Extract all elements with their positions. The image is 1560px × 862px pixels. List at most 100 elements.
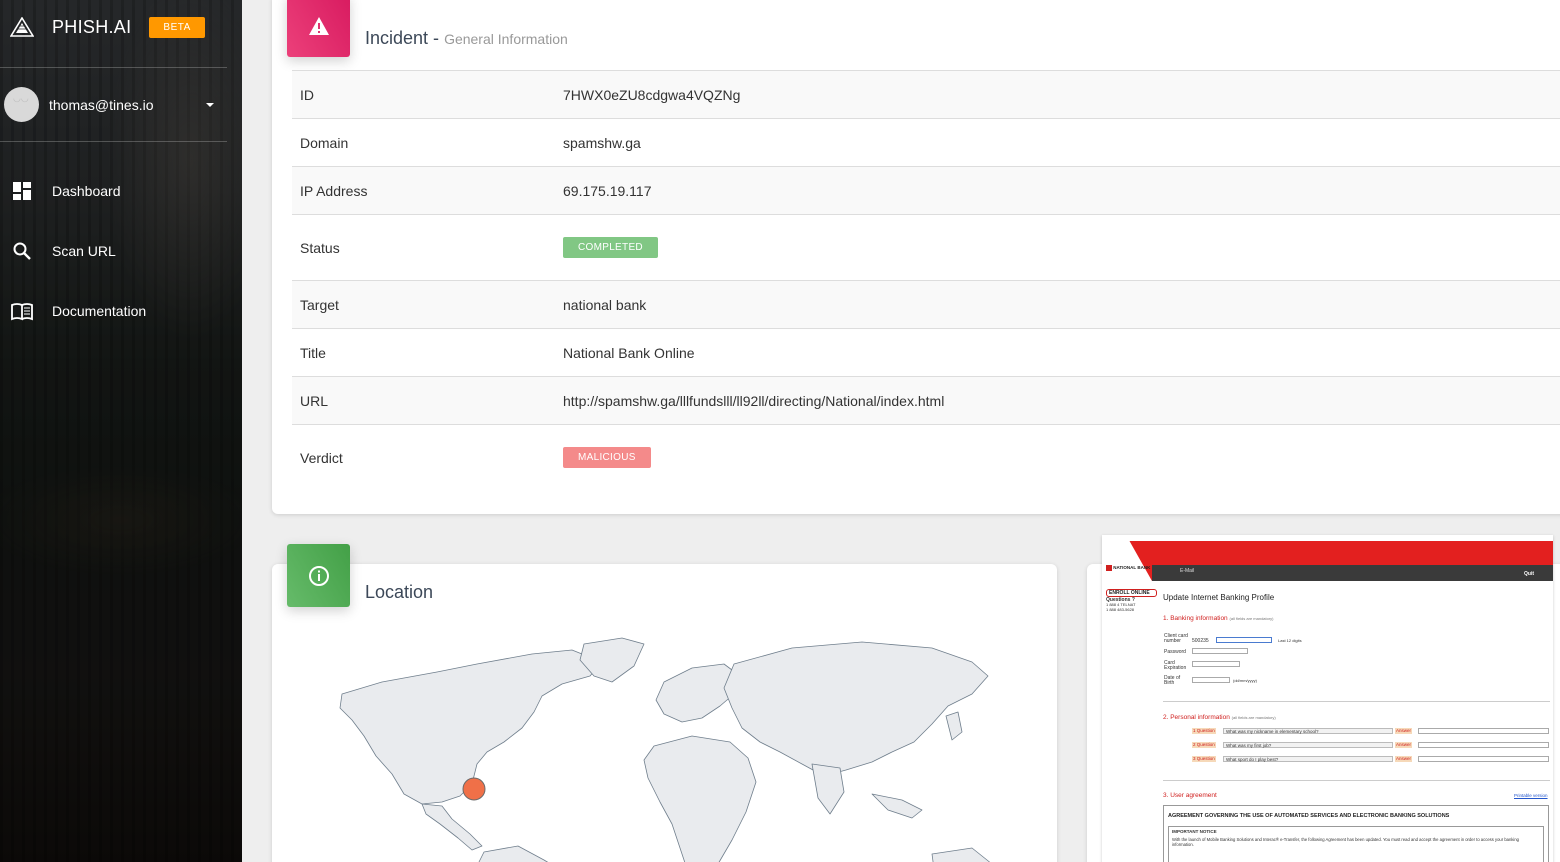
shot-question-select: What was my first job?: [1223, 742, 1393, 748]
shot-section-3: 3. User agreement: [1163, 792, 1217, 799]
shot-section-1: 1. Banking information (all fields are m…: [1163, 615, 1274, 622]
shot-notice-title: IMPORTANT NOTICE: [1172, 829, 1217, 834]
table-row: Status COMPLETED: [292, 214, 1560, 281]
row-key: Verdict: [292, 424, 555, 491]
shot-answer-label: Answer: [1395, 742, 1413, 748]
sidebar-item-label: Scan URL: [52, 243, 116, 259]
shot-agreement-box: AGREEMENT GOVERNING THE USE OF AUTOMATED…: [1163, 805, 1549, 862]
table-row: URL http://spamshw.ga/lllfundslll/ll92ll…: [292, 376, 1560, 425]
warning-icon: [308, 16, 329, 35]
shot-input: [1418, 728, 1549, 734]
shot-heading: Update Internet Banking Profile: [1163, 593, 1275, 602]
incident-info-table: ID 7HWX0eZU8cdgwa4VQZNg Domain spamshw.g…: [292, 70, 1560, 491]
sidebar: PHISH.AI BETA thomas@tines.io Dashboard …: [0, 0, 242, 862]
shot-phone-2: 1 888 483-5628: [1106, 607, 1135, 612]
row-key: URL: [292, 376, 555, 425]
row-key: ID: [292, 70, 555, 119]
table-row: Verdict MALICIOUS: [292, 424, 1560, 491]
shot-enroll: ENROLL ONLINE: [1106, 589, 1157, 597]
caret-down-icon[interactable]: [206, 102, 214, 107]
row-value: COMPLETED: [555, 214, 1560, 281]
shot-answer-label: Answer: [1395, 728, 1413, 734]
card-title: Incident - General Information: [365, 28, 568, 49]
shot-label: Client card number: [1164, 633, 1188, 644]
row-value: MALICIOUS: [555, 424, 1560, 491]
shot-hint: (dd/mm/yyyy): [1233, 678, 1257, 683]
row-value: national bank: [555, 280, 1560, 329]
card-title: Location: [365, 582, 434, 602]
row-key: Domain: [292, 118, 555, 167]
search-icon: [10, 239, 34, 263]
shot-question-select: What was my nickname in elementary schoo…: [1223, 728, 1393, 734]
shot-quit: Quit: [1524, 571, 1534, 577]
incident-title: Incident -: [365, 28, 440, 48]
book-icon: [10, 299, 34, 323]
phishing-page-screenshot[interactable]: NATIONAL BANK E-Mail Quit ENROLL ONLINE …: [1102, 535, 1553, 862]
shot-navbar: [1152, 565, 1553, 581]
location-card: Location: [272, 544, 1057, 862]
shot-input: [1192, 661, 1240, 667]
shot-input: [1192, 648, 1248, 654]
shot-notice-box: IMPORTANT NOTICE With the launch of Mobi…: [1168, 826, 1544, 862]
row-value: spamshw.ga: [555, 118, 1560, 167]
shot-bank-logo: NATIONAL BANK: [1106, 565, 1150, 571]
sidebar-item-scan-url[interactable]: Scan URL: [0, 228, 242, 274]
row-value: 7HWX0eZU8cdgwa4VQZNg: [555, 70, 1560, 119]
row-value: National Bank Online: [555, 328, 1560, 377]
shot-divider: [1163, 780, 1550, 781]
shot-label: Password: [1164, 649, 1186, 655]
user-email: thomas@tines.io: [49, 96, 154, 113]
avatar: [4, 87, 39, 122]
shot-notice-text: With the launch of Mobile Banking Soluti…: [1172, 837, 1519, 847]
shot-section-2: 2. Personal information (all fields are …: [1163, 714, 1276, 721]
sidebar-item-documentation[interactable]: Documentation: [0, 288, 242, 334]
row-key: Status: [292, 214, 555, 281]
table-row: Target national bank: [292, 280, 1560, 329]
incident-subtitle: General Information: [444, 31, 568, 47]
shot-card-prefix: 500235: [1192, 638, 1209, 644]
row-key: IP Address: [292, 166, 555, 215]
shot-answer-label: Answer: [1395, 756, 1413, 762]
sidebar-item-label: Documentation: [52, 303, 147, 319]
shot-input: [1418, 756, 1549, 762]
beta-badge: BETA: [149, 16, 205, 38]
phish-ai-logo-icon: [10, 17, 34, 37]
app-name: PHISH.AI: [52, 16, 132, 37]
shot-question-label: 1 Question: [1192, 728, 1216, 734]
world-map[interactable]: [272, 624, 1057, 862]
sidebar-nav: Dashboard Scan URL Documentation: [0, 168, 242, 348]
card-header-icon: [287, 544, 350, 607]
sidebar-item-dashboard[interactable]: Dashboard: [0, 168, 242, 214]
row-value: 69.175.19.117: [555, 166, 1560, 215]
shot-question-select: What sport do I play best?: [1223, 756, 1393, 762]
table-row: IP Address 69.175.19.117: [292, 166, 1560, 215]
sidebar-divider: [0, 67, 227, 68]
shot-input: [1216, 637, 1272, 643]
verdict-badge: MALICIOUS: [563, 447, 651, 469]
sidebar-divider: [0, 141, 227, 142]
shot-label: Card Expiration: [1164, 660, 1187, 671]
sidebar-item-label: Dashboard: [52, 183, 121, 199]
shot-input: [1418, 742, 1549, 748]
info-icon: [308, 565, 329, 586]
brand[interactable]: PHISH.AI BETA: [10, 12, 205, 42]
row-key: Target: [292, 280, 555, 329]
row-key: Title: [292, 328, 555, 377]
shot-divider: [1163, 701, 1550, 702]
shot-input: [1192, 677, 1230, 683]
shot-question-label: 2 Question: [1192, 742, 1216, 748]
url-value: http://spamshw.ga/lllfundslll/ll92ll/dir…: [555, 376, 1560, 425]
shot-question-label: 3 Question: [1192, 756, 1216, 762]
card-header-icon: [287, 0, 350, 57]
shot-agreement-title: AGREEMENT GOVERNING THE USE OF AUTOMATED…: [1168, 813, 1450, 819]
status-badge: COMPLETED: [563, 237, 658, 258]
table-row: ID 7HWX0eZU8cdgwa4VQZNg: [292, 70, 1560, 119]
table-row: Domain spamshw.ga: [292, 118, 1560, 167]
shot-printable-link: Printable version: [1514, 793, 1548, 798]
shot-email-link: E-Mail: [1180, 568, 1195, 574]
table-row: Title National Bank Online: [292, 328, 1560, 377]
incident-card: Incident - General Information ID 7HWX0e…: [272, 0, 1560, 514]
dashboard-icon: [10, 179, 34, 203]
location-marker[interactable]: [462, 777, 486, 801]
user-menu[interactable]: thomas@tines.io: [4, 87, 220, 122]
